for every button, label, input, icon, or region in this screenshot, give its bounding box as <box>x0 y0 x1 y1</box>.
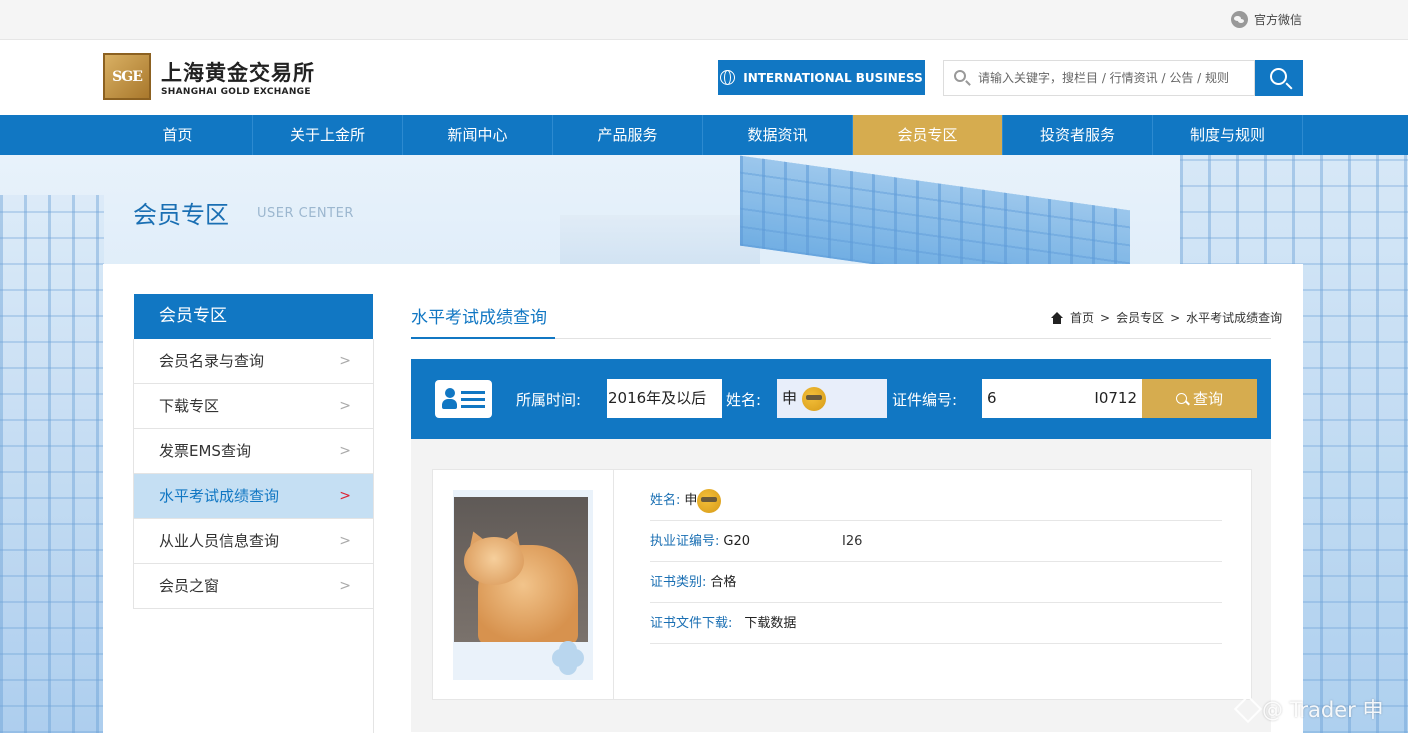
banner-title: 会员专区 <box>133 201 229 229</box>
query-bar: 所属时间: 2016年及以后 姓名: 申 证件编号: 6 I0712 查询 <box>411 359 1271 439</box>
cert-number-input[interactable]: 6 I0712 <box>982 379 1142 418</box>
result-row-download: 证书文件下载: 下载数据 <box>650 603 1222 644</box>
result-cert-type-value: 合格 <box>710 575 737 590</box>
period-label: 所属时间: <box>516 391 582 409</box>
breadcrumb-separator: > <box>1100 310 1111 325</box>
international-business-label: INTERNATIONAL BUSINESS <box>743 70 923 85</box>
logo-english-name: SHANGHAI GOLD EXCHANGE <box>161 86 311 97</box>
redacted-block <box>750 532 843 551</box>
breadcrumb-separator: > <box>1170 310 1181 325</box>
wechat-label: 官方微信 <box>1253 13 1302 27</box>
search-button-icon <box>1270 68 1287 85</box>
nav-item-about[interactable]: 关于上金所 <box>253 115 403 155</box>
query-submit-button[interactable]: 查询 <box>1142 379 1257 418</box>
site-logo[interactable]: SGE 上海黄金交易所 SHANGHAI GOLD EXCHANGE <box>103 53 315 100</box>
period-select[interactable]: 2016年及以后 <box>607 379 722 418</box>
sidebar-divider <box>133 608 374 733</box>
chevron-right-icon: > <box>339 578 351 594</box>
top-utility-bar: 官方微信 <box>0 0 1408 40</box>
chevron-right-icon: > <box>339 443 351 459</box>
main-nav: 首页 关于上金所 新闻中心 产品服务 数据资讯 会员专区 投资者服务 制度与规则 <box>0 115 1408 155</box>
name-value: 申 <box>782 389 798 407</box>
result-license-suffix: I26 <box>842 534 863 549</box>
chevron-right-icon: > <box>339 353 351 369</box>
sidebar-item-member-directory[interactable]: 会员名录与查询 > <box>134 339 373 384</box>
emoji-mask-icon <box>697 488 722 513</box>
result-row-cert-type: 证书类别: 合格 <box>650 562 1222 603</box>
clover-icon <box>548 641 588 677</box>
cert-number-suffix: I0712 <box>1094 389 1137 407</box>
search-icon <box>944 61 978 95</box>
logo-mark: SGE <box>103 53 151 100</box>
sidebar-title: 会员专区 <box>134 294 373 339</box>
result-download-key: 证书文件下载: <box>650 616 733 631</box>
result-license-prefix: G20 <box>723 534 751 549</box>
logo-text: 上海黄金交易所 SHANGHAI GOLD EXCHANGE <box>161 57 315 97</box>
search-button[interactable] <box>1255 60 1303 96</box>
sidebar-item-label: 从业人员信息查询 <box>159 532 280 550</box>
nav-item-news[interactable]: 新闻中心 <box>403 115 553 155</box>
wechat-icon <box>1230 11 1248 28</box>
sidebar-item-exam-scores[interactable]: 水平考试成绩查询 > <box>134 474 373 519</box>
result-name-key: 姓名: <box>650 493 681 508</box>
sidebar-item-label: 水平考试成绩查询 <box>159 487 280 505</box>
sidebar-item-label: 发票EMS查询 <box>159 442 251 460</box>
breadcrumb-current: 水平考试成绩查询 <box>1186 311 1283 325</box>
sidebar-menu: 会员名录与查询 > 下载专区 > 发票EMS查询 > 水平考试成绩查询 > 从业… <box>133 339 374 609</box>
download-data-link[interactable]: 下载数据 <box>744 616 796 631</box>
name-label: 姓名: <box>726 391 762 409</box>
sidebar-item-downloads[interactable]: 下载专区 > <box>134 384 373 429</box>
banner-building <box>0 195 104 733</box>
banner-subtitle: USER CENTER <box>257 206 354 221</box>
breadcrumb: 首页 > 会员专区 > 水平考试成绩查询 <box>1050 309 1282 326</box>
watermark-text: @ Trader 申 <box>1262 698 1384 722</box>
period-value: 2016年及以后 <box>608 389 707 407</box>
emoji-mask-icon <box>801 386 826 411</box>
result-row-name: 姓名: 申 <box>650 480 1222 521</box>
logo-chinese-name: 上海黄金交易所 <box>161 59 315 85</box>
cert-number-label: 证件编号: <box>892 391 958 409</box>
search-icon <box>1175 393 1187 404</box>
home-icon <box>1050 311 1064 324</box>
watermark-icon <box>1233 694 1263 724</box>
result-cert-type-key: 证书类别: <box>650 575 707 590</box>
sidebar-item-invoice-ems[interactable]: 发票EMS查询 > <box>134 429 373 474</box>
sidebar-item-label: 会员之窗 <box>159 577 220 595</box>
international-business-button[interactable]: INTERNATIONAL BUSINESS <box>718 60 925 95</box>
chevron-right-icon: > <box>339 488 351 504</box>
id-card-icon <box>435 380 492 418</box>
search-input[interactable] <box>978 71 1248 85</box>
breadcrumb-member-zone[interactable]: 会员专区 <box>1116 309 1164 326</box>
candidate-photo <box>454 497 588 642</box>
sidebar-item-label: 会员名录与查询 <box>159 352 265 370</box>
result-name-value: 申 <box>684 493 698 508</box>
sidebar-item-label: 下载专区 <box>159 397 220 415</box>
result-row-license: 执业证编号: G20 I26 <box>650 521 1222 562</box>
nav-item-investor-services[interactable]: 投资者服务 <box>1003 115 1153 155</box>
site-header: SGE 上海黄金交易所 SHANGHAI GOLD EXCHANGE INTER… <box>0 40 1408 115</box>
nav-item-products[interactable]: 产品服务 <box>553 115 703 155</box>
sidebar-item-member-window[interactable]: 会员之窗 > <box>134 564 373 609</box>
name-input[interactable]: 申 <box>777 379 887 418</box>
chevron-right-icon: > <box>339 398 351 414</box>
nav-item-rules[interactable]: 制度与规则 <box>1153 115 1303 155</box>
result-license-key: 执业证编号: <box>650 534 720 549</box>
nav-item-data[interactable]: 数据资讯 <box>703 115 853 155</box>
cert-number-prefix: 6 <box>987 389 997 407</box>
page-title: 水平考试成绩查询 <box>411 308 547 328</box>
watermark: @ Trader 申 <box>1233 694 1384 724</box>
breadcrumb-home[interactable]: 首页 <box>1070 309 1094 326</box>
sidebar-item-practitioner-info[interactable]: 从业人员信息查询 > <box>134 519 373 564</box>
search-box <box>943 60 1255 96</box>
query-submit-label: 查询 <box>1192 390 1223 408</box>
nav-item-member-zone[interactable]: 会员专区 <box>853 115 1003 155</box>
globe-icon <box>720 70 736 85</box>
wechat-link[interactable]: 官方微信 <box>1230 11 1302 28</box>
chevron-right-icon: > <box>339 533 351 549</box>
page-title-underline <box>411 337 555 339</box>
nav-item-home[interactable]: 首页 <box>103 115 253 155</box>
